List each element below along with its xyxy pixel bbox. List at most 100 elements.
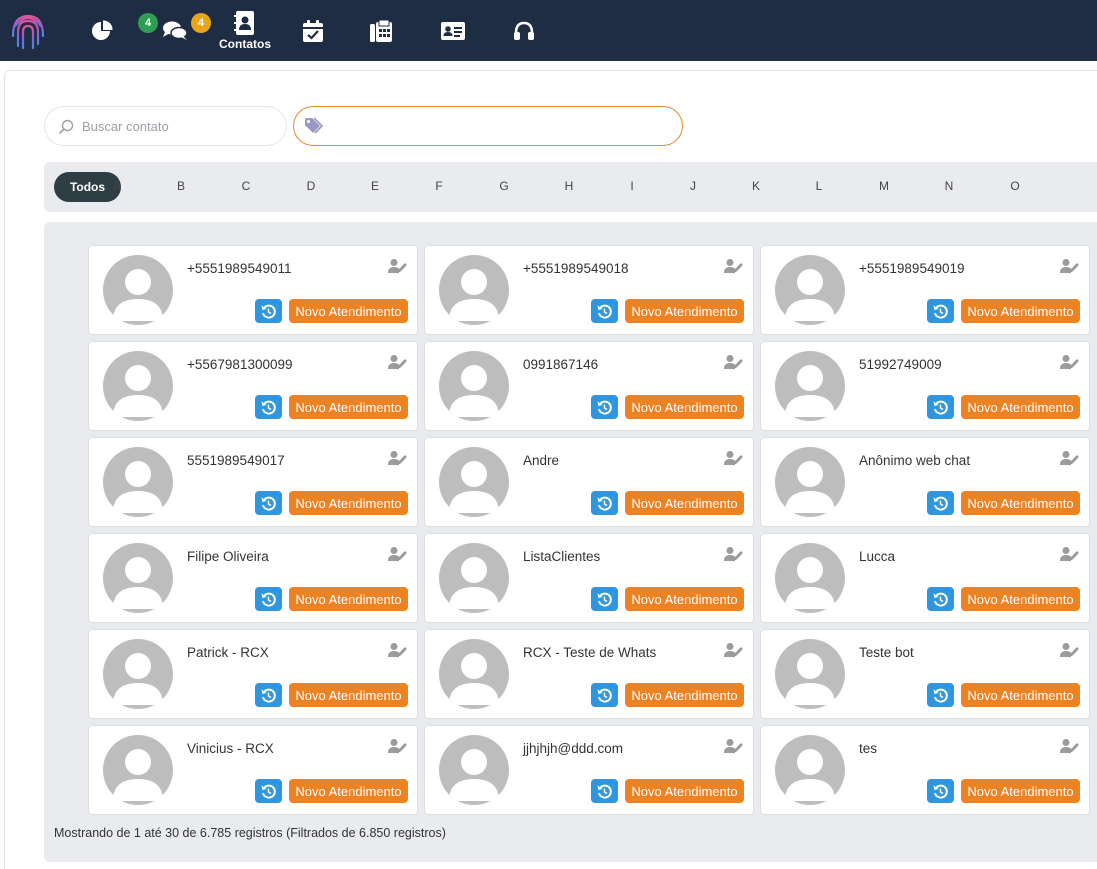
alphabet-letter-o[interactable]: O (1005, 179, 1025, 193)
search-contact-input[interactable] (82, 118, 262, 134)
edit-contact-icon[interactable] (724, 258, 744, 279)
edit-contact-icon[interactable] (1060, 546, 1080, 567)
history-button[interactable] (927, 587, 954, 611)
edit-contact-icon[interactable] (724, 354, 744, 375)
contact-card[interactable]: Andre Novo Atendimento (424, 437, 754, 527)
edit-contact-icon[interactable] (388, 738, 408, 759)
alphabet-letter-e[interactable]: E (365, 179, 385, 193)
novo-atendimento-button[interactable]: Novo Atendimento (625, 587, 744, 611)
history-button[interactable] (927, 299, 954, 323)
edit-contact-icon[interactable] (388, 642, 408, 663)
edit-contact-icon[interactable] (1060, 450, 1080, 471)
history-button[interactable] (591, 491, 618, 515)
history-button[interactable] (927, 779, 954, 803)
tag-filter-input[interactable] (293, 106, 683, 146)
contact-card[interactable]: +5567981300099 Novo Atendimento (88, 341, 418, 431)
novo-atendimento-button[interactable]: Novo Atendimento (289, 587, 408, 611)
contact-card[interactable]: Teste bot Novo Atendimento (760, 629, 1090, 719)
history-button[interactable] (255, 299, 282, 323)
contact-card[interactable]: 51992749009 Novo Atendimento (760, 341, 1090, 431)
novo-atendimento-button[interactable]: Novo Atendimento (961, 779, 1080, 803)
history-button[interactable] (255, 395, 282, 419)
edit-contact-icon[interactable] (724, 450, 744, 471)
alphabet-letter-b[interactable]: B (171, 179, 191, 193)
edit-contact-icon[interactable] (388, 354, 408, 375)
contact-card[interactable]: Vinicius - RCX Novo Atendimento (88, 725, 418, 815)
contact-card[interactable]: 5551989549017 Novo Atendimento (88, 437, 418, 527)
alphabet-letter-f[interactable]: F (429, 179, 449, 193)
alphabet-letter-i[interactable]: I (622, 179, 642, 193)
search-contact-box[interactable] (44, 106, 287, 146)
contact-card[interactable]: Lucca Novo Atendimento (760, 533, 1090, 623)
contact-card[interactable]: Patrick - RCX Novo Atendimento (88, 629, 418, 719)
edit-contact-icon[interactable] (1060, 642, 1080, 663)
novo-atendimento-button[interactable]: Novo Atendimento (289, 395, 408, 419)
nav-fax[interactable] (368, 0, 394, 61)
edit-contact-icon[interactable] (1060, 258, 1080, 279)
novo-atendimento-button[interactable]: Novo Atendimento (961, 683, 1080, 707)
contact-card[interactable]: +5551989549011 Novo Atendimento (88, 245, 418, 335)
alphabet-letter-c[interactable]: C (236, 179, 256, 193)
app-logo[interactable] (8, 0, 48, 61)
edit-contact-icon[interactable] (388, 450, 408, 471)
alphabet-letter-l[interactable]: L (809, 179, 829, 193)
nav-contacts[interactable]: Contatos (217, 0, 273, 61)
edit-contact-icon[interactable] (388, 546, 408, 567)
alphabet-letter-d[interactable]: D (301, 179, 321, 193)
edit-contact-icon[interactable] (724, 546, 744, 567)
novo-atendimento-button[interactable]: Novo Atendimento (961, 299, 1080, 323)
novo-atendimento-button[interactable]: Novo Atendimento (961, 491, 1080, 515)
novo-atendimento-button[interactable]: Novo Atendimento (289, 683, 408, 707)
novo-atendimento-button[interactable]: Novo Atendimento (289, 299, 408, 323)
novo-atendimento-button[interactable]: Novo Atendimento (289, 779, 408, 803)
contact-card[interactable]: Anônimo web chat Novo Atendimento (760, 437, 1090, 527)
edit-contact-icon[interactable] (388, 258, 408, 279)
edit-contact-icon[interactable] (1060, 738, 1080, 759)
nav-support[interactable] (511, 0, 537, 61)
novo-atendimento-button[interactable]: Novo Atendimento (625, 683, 744, 707)
edit-contact-icon[interactable] (724, 642, 744, 663)
history-button[interactable] (591, 587, 618, 611)
novo-atendimento-button[interactable]: Novo Atendimento (625, 779, 744, 803)
history-button[interactable] (927, 395, 954, 419)
contact-name: 51992749009 (859, 357, 942, 372)
novo-atendimento-button[interactable]: Novo Atendimento (625, 299, 744, 323)
history-button[interactable] (255, 779, 282, 803)
edit-contact-icon[interactable] (1060, 354, 1080, 375)
contact-card[interactable]: RCX - Teste de Whats Novo Atendimento (424, 629, 754, 719)
history-button[interactable] (927, 491, 954, 515)
novo-atendimento-button[interactable]: Novo Atendimento (289, 491, 408, 515)
novo-atendimento-button[interactable]: Novo Atendimento (961, 587, 1080, 611)
contact-card[interactable]: 0991867146 Novo Atendimento (424, 341, 754, 431)
edit-contact-icon[interactable] (724, 738, 744, 759)
alphabet-letter-n[interactable]: N (939, 179, 959, 193)
history-button[interactable] (255, 683, 282, 707)
contact-card[interactable]: jjhjhjh@ddd.com Novo Atendimento (424, 725, 754, 815)
contact-card[interactable]: +5551989549019 Novo Atendimento (760, 245, 1090, 335)
alphabet-letter-g[interactable]: G (494, 179, 514, 193)
contact-name: Filipe Oliveira (187, 549, 269, 564)
alphabet-letter-m[interactable]: M (874, 179, 894, 193)
alphabet-letter-j[interactable]: J (683, 179, 703, 193)
history-button[interactable] (591, 395, 618, 419)
alphabet-letter-k[interactable]: K (746, 179, 766, 193)
history-button[interactable] (927, 683, 954, 707)
history-button[interactable] (591, 683, 618, 707)
alphabet-letter-h[interactable]: H (559, 179, 579, 193)
nav-id-card[interactable] (439, 0, 467, 61)
nav-chats[interactable] (158, 0, 192, 61)
nav-dashboard[interactable] (88, 0, 116, 61)
contact-card[interactable]: tes Novo Atendimento (760, 725, 1090, 815)
contact-card[interactable]: +5551989549018 Novo Atendimento (424, 245, 754, 335)
contact-card[interactable]: ListaClientes Novo Atendimento (424, 533, 754, 623)
novo-atendimento-button[interactable]: Novo Atendimento (625, 491, 744, 515)
history-button[interactable] (591, 779, 618, 803)
novo-atendimento-button[interactable]: Novo Atendimento (961, 395, 1080, 419)
history-button[interactable] (255, 491, 282, 515)
contact-card[interactable]: Filipe Oliveira Novo Atendimento (88, 533, 418, 623)
novo-atendimento-button[interactable]: Novo Atendimento (625, 395, 744, 419)
history-button[interactable] (255, 587, 282, 611)
nav-schedule[interactable] (300, 0, 326, 61)
alphabet-letter-a[interactable]: A (107, 179, 127, 193)
history-button[interactable] (591, 299, 618, 323)
